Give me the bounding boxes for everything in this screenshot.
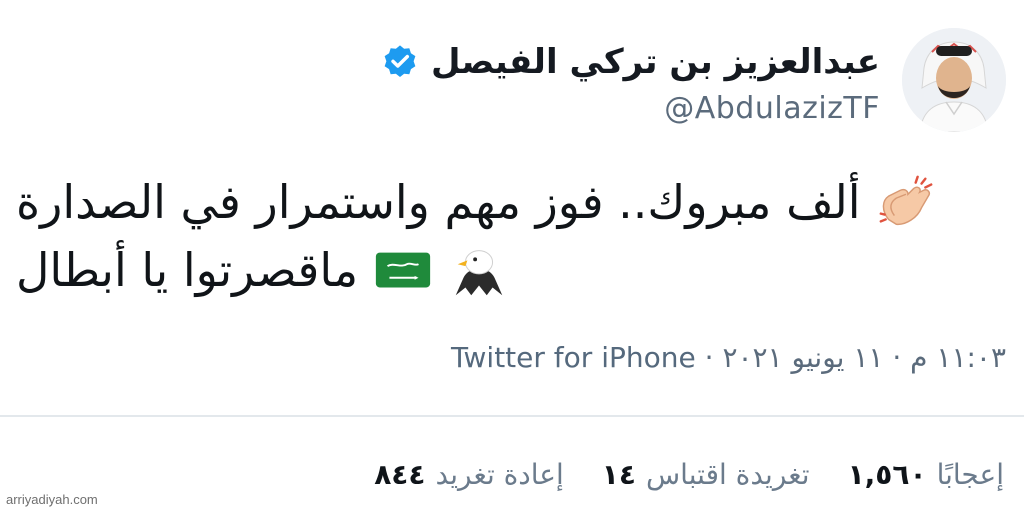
display-name[interactable]: عبدالعزيز بن تركي الفيصل [431, 42, 880, 83]
meta-separator-2: · [704, 341, 714, 374]
saudi-flag-icon [372, 239, 434, 301]
display-name-row: عبدالعزيز بن تركي الفيصل [381, 42, 880, 83]
tweet-line-1: ألف مبروك.. فوز مهم واستمرار في الصدارة [16, 168, 1006, 236]
watermark: arriyadiyah.com [6, 492, 98, 507]
likes-label: إعجابًا [936, 458, 1004, 491]
retweets-label: إعادة تغريد [435, 458, 564, 491]
tweet-meta: ١١:٠٣ م · ١١ يونيو ٢٠٢١ · Twitter for iP… [16, 338, 1006, 378]
likes-count: ١,٥٦٠ [847, 458, 927, 491]
author-handle[interactable]: @AbdulazizTF [381, 91, 880, 126]
tweet-source[interactable]: Twitter for iPhone [451, 341, 696, 374]
tweet-stats: ٨٤٤ إعادة تغريد ١٤ تغريدة اقتباس ١,٥٦٠ إ… [374, 455, 1004, 495]
tweet-line-2: ماقصرتوا يا أبطال [16, 236, 1006, 304]
eagle-icon [448, 239, 510, 301]
avatar[interactable] [902, 28, 1006, 132]
quotes-stat[interactable]: ١٤ تغريدة اقتباس [602, 455, 810, 495]
verified-badge-icon [381, 43, 419, 81]
tweet-line-2-text: ماقصرتوا يا أبطال [16, 243, 359, 297]
likes-stat[interactable]: ١,٥٦٠ إعجابًا [848, 455, 1004, 495]
tweet-line-1-text: ألف مبروك.. فوز مهم واستمرار في الصدارة [16, 175, 861, 229]
clapping-hands-icon [875, 171, 937, 233]
meta-separator: · [892, 341, 902, 374]
tweet-card: عبدالعزيز بن تركي الفيصل @AbdulazizTF أل… [0, 0, 1024, 511]
quotes-count: ١٤ [601, 458, 636, 491]
tweet-header: عبدالعزيز بن تركي الفيصل @AbdulazizTF [381, 28, 1006, 132]
tweet-time[interactable]: ١١:٠٣ م [910, 341, 1006, 374]
retweets-count: ٨٤٤ [374, 458, 426, 491]
author-names: عبدالعزيز بن تركي الفيصل @AbdulazizTF [381, 42, 880, 126]
tweet-date[interactable]: ١١ يونيو ٢٠٢١ [722, 341, 883, 374]
retweets-stat[interactable]: ٨٤٤ إعادة تغريد [374, 455, 564, 495]
quotes-label: تغريدة اقتباس [645, 458, 810, 491]
divider [0, 415, 1024, 417]
tweet-text: ألف مبروك.. فوز مهم واستمرار في الصدارة … [16, 168, 1006, 304]
